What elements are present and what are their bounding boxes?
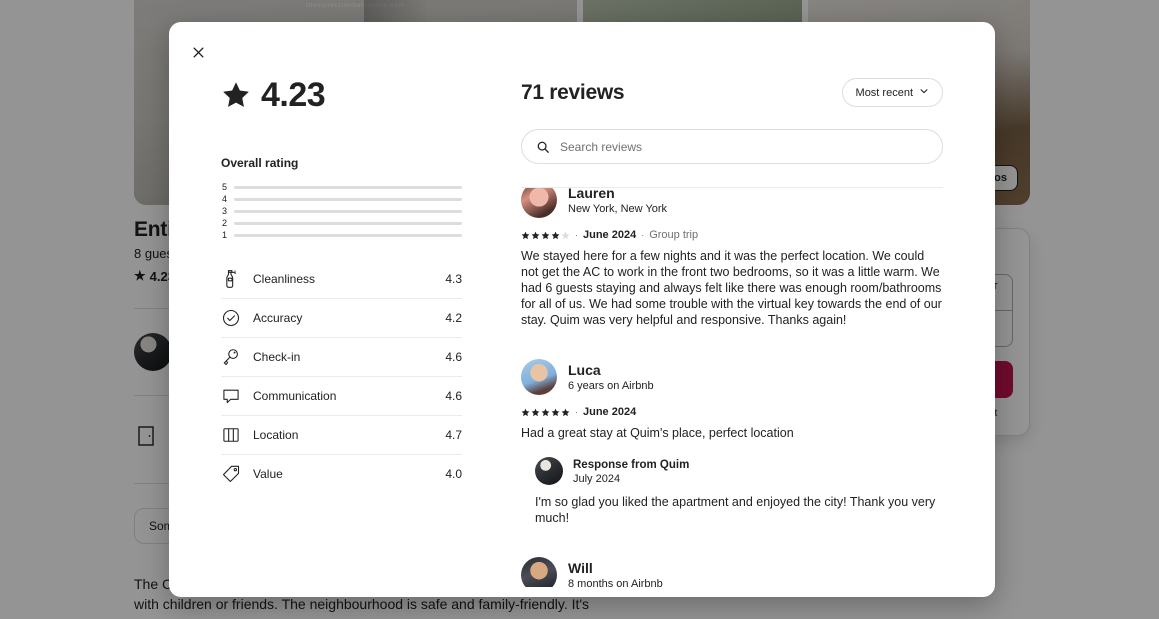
review-text: Had a great stay at Quim's place, perfec…	[521, 426, 794, 440]
distribution-stars: 4	[221, 193, 227, 204]
distribution-track	[234, 233, 462, 237]
distribution-row: 4	[221, 193, 462, 205]
review-meta: · June 2024 · Group trip	[521, 229, 943, 241]
chevron-down-icon	[919, 86, 929, 99]
review-author-name: Will	[568, 560, 593, 576]
review-item: Lauren New York, New York · June 2024 · …	[521, 187, 943, 347]
category-score: 4.3	[445, 271, 462, 286]
review-author-row[interactable]: Luca 6 years on Airbnb	[521, 359, 943, 395]
speech-bubble-icon	[221, 386, 241, 406]
category-label: Value	[253, 467, 283, 481]
avatar	[521, 359, 557, 395]
distribution-stars: 3	[221, 205, 227, 216]
review-item: Will 8 months on Airbnb	[521, 545, 943, 587]
distribution-stars: 1	[221, 229, 227, 240]
reviews-panel: 71 reviews Most recent Search reviews La…	[513, 22, 995, 597]
category-label: Accuracy	[253, 311, 303, 325]
distribution-row: 3	[221, 205, 462, 217]
category-score: 4.0	[445, 467, 462, 481]
review-author-name: Lauren	[568, 187, 615, 201]
distribution-stars: 5	[221, 181, 227, 192]
rating-stars	[521, 231, 570, 240]
category-label: Location	[253, 428, 299, 442]
host-response-name: Response from Quim	[573, 458, 690, 471]
review-author-location: New York, New York	[568, 203, 668, 215]
host-response-date: July 2024	[573, 472, 621, 485]
sort-dropdown[interactable]: Most recent	[841, 78, 943, 107]
reviews-header: 71 reviews Most recent	[521, 78, 943, 107]
rating-distribution: 5 4 3 2 1	[221, 181, 462, 241]
category-row-accuracy: Accuracy 4.2	[221, 298, 462, 337]
host-response: Response from Quim July 2024 I'm so glad…	[535, 457, 943, 526]
distribution-row: 1	[221, 229, 462, 241]
review-author-name: Luca	[568, 362, 601, 378]
overall-rating-panel: 4.23 Overall rating 5 4 3 2 1 Cleanlines…	[169, 22, 513, 597]
review-trip-type: Group trip	[649, 229, 699, 241]
review-meta: · June 2024	[521, 406, 943, 418]
map-icon	[221, 425, 241, 445]
page-root: thecollectionbarcelona.com Show all phot…	[0, 0, 1159, 619]
category-row-cleanliness: Cleanliness 4.3	[221, 259, 462, 298]
host-response-text: I'm so glad you liked the apartment and …	[535, 495, 936, 525]
distribution-track	[234, 209, 462, 213]
category-ratings: Cleanliness 4.3 Accuracy 4.2 Check-in 4.…	[221, 259, 462, 493]
tag-icon	[221, 464, 241, 484]
distribution-row: 5	[221, 181, 462, 193]
reviews-list[interactable]: Lauren New York, New York · June 2024 · …	[521, 187, 943, 587]
category-label: Cleanliness	[253, 271, 316, 286]
category-label: Communication	[253, 389, 337, 403]
category-row-location: Location 4.7	[221, 415, 462, 454]
host-response-header: Response from Quim July 2024	[535, 457, 943, 485]
search-input[interactable]	[521, 129, 943, 164]
meta-separator: ·	[575, 230, 578, 240]
review-date: June 2024	[583, 229, 637, 241]
category-row-value: Value 4.0	[221, 454, 462, 493]
distribution-track	[234, 221, 462, 225]
review-author-location: 6 years on Airbnb	[568, 380, 654, 392]
category-score: 4.6	[445, 389, 462, 403]
check-circle-icon	[221, 308, 241, 328]
search-reviews-wrap	[521, 129, 943, 164]
meta-separator: ·	[641, 230, 645, 240]
avatar	[521, 188, 557, 218]
overall-score: 4.23	[261, 76, 326, 114]
category-score: 4.6	[445, 350, 462, 364]
category-row-communication: Communication 4.6	[221, 376, 462, 415]
reviews-modal: 4.23 Overall rating 5 4 3 2 1 Cleanlines…	[169, 22, 995, 597]
overall-rating-label: Overall rating	[221, 156, 299, 170]
category-score: 4.2	[445, 311, 462, 325]
sort-label: Most recent	[855, 86, 913, 99]
review-author-row[interactable]: Will 8 months on Airbnb	[521, 557, 943, 587]
review-date: June 2024	[583, 406, 637, 418]
category-score: 4.7	[445, 428, 462, 442]
meta-separator: ·	[575, 407, 578, 417]
review-author-location: 8 months on Airbnb	[568, 578, 663, 587]
key-icon	[221, 347, 241, 367]
star-icon	[221, 80, 251, 110]
review-item: Luca 6 years on Airbnb · June 2024 Had a…	[521, 347, 943, 545]
review-author-row[interactable]: Lauren New York, New York	[521, 187, 943, 218]
avatar	[521, 557, 557, 587]
spray-bottle-icon	[221, 269, 241, 289]
distribution-track	[234, 197, 462, 201]
review-text: We stayed here for a few nights and it w…	[521, 249, 942, 327]
rating-stars	[521, 408, 570, 417]
distribution-row: 2	[221, 217, 462, 229]
avatar	[535, 457, 563, 485]
distribution-track	[234, 185, 462, 189]
reviews-count: 71 reviews	[521, 80, 625, 104]
distribution-stars: 2	[221, 217, 227, 228]
category-label: Check-in	[253, 350, 301, 364]
category-row-checkin: Check-in 4.6	[221, 337, 462, 376]
overall-score-block: 4.23	[221, 78, 513, 112]
